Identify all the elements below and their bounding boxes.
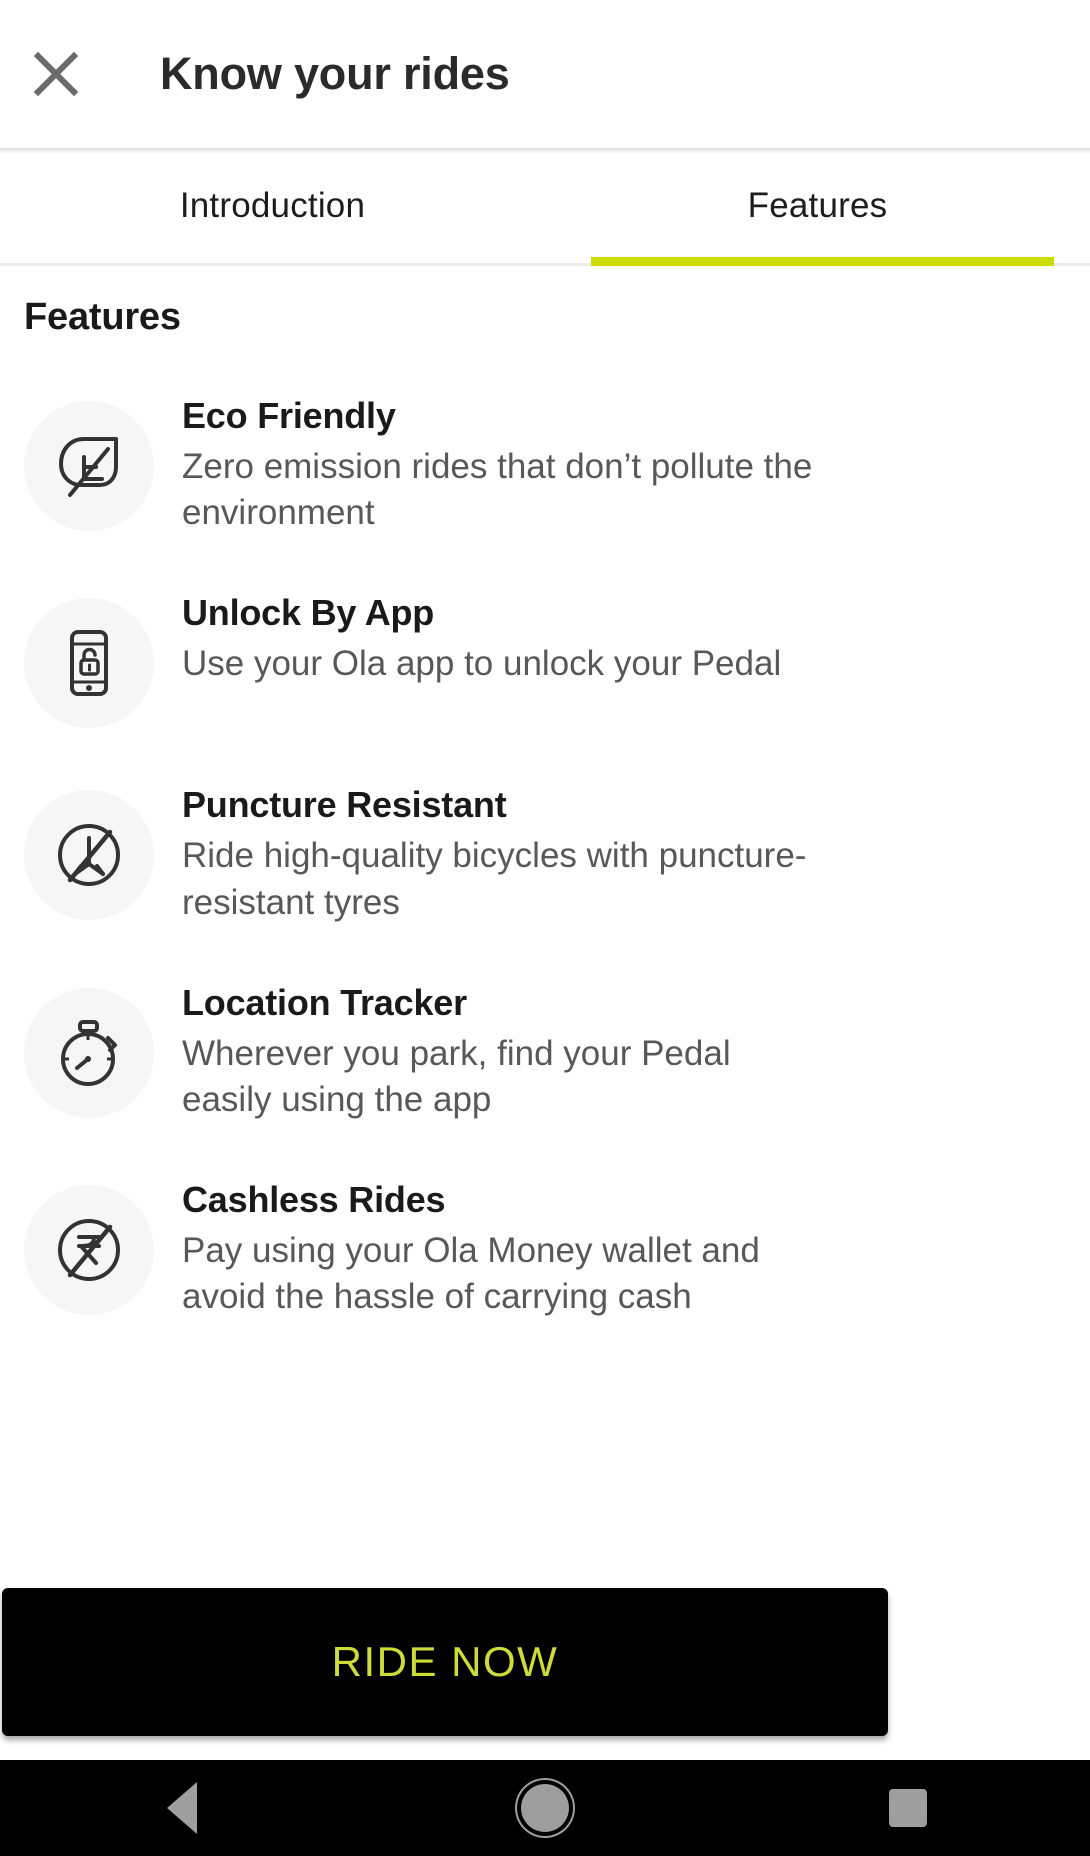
ride-now-label: RIDE NOW	[331, 1638, 559, 1685]
page-title: Know your rides	[160, 48, 510, 99]
feature-description: Zero emission rides that don’t pollute t…	[182, 447, 813, 533]
tab-introduction-label: Introduction	[179, 185, 366, 225]
feature-description: Ride high-quality bicycles with puncture…	[182, 836, 807, 922]
active-tab-indicator	[591, 257, 1054, 266]
app-screen: Know your rides Introduction Features Fe…	[0, 0, 1090, 1856]
feature-title: Unlock By App	[182, 592, 435, 634]
tab-features[interactable]: Features	[545, 148, 1090, 266]
stopwatch-icon	[24, 987, 154, 1118]
list-item[interactable]: Eco Friendly Zero emission rides that do…	[0, 387, 1090, 536]
leaf-icon	[24, 401, 154, 531]
no-rupee-icon	[24, 1185, 154, 1316]
android-nav-bar	[0, 1760, 1090, 1856]
feature-description: Use your Ola app to unlock your Pedal	[182, 644, 782, 684]
tab-introduction[interactable]: Introduction	[0, 148, 545, 263]
list-item-text: Cashless Rides Pay using your Ola Money …	[182, 1171, 1066, 1320]
feature-title: Location Tracker	[182, 981, 467, 1023]
feature-description: Pay using your Ola Money wallet and avoi…	[182, 1231, 760, 1317]
cta-container: RIDE NOW	[0, 1570, 1090, 1760]
feature-title: Puncture Resistant	[182, 784, 507, 826]
feature-description: Wherever you park, find your Pedal easil…	[182, 1033, 731, 1119]
feature-title: Cashless Rides	[182, 1179, 446, 1221]
list-item[interactable]: Unlock By App Use your Ola app to unlock…	[0, 584, 1090, 729]
list-item-text: Location Tracker Wherever you park, find…	[182, 974, 1066, 1123]
feature-title: Eco Friendly	[182, 395, 396, 436]
tab-features-label: Features	[747, 185, 888, 225]
list-item-text: Unlock By App Use your Ola app to unlock…	[182, 584, 1066, 687]
no-thorn-icon	[24, 790, 154, 921]
list-item[interactable]: Location Tracker Wherever you park, find…	[0, 974, 1090, 1123]
phone-unlock-icon	[24, 598, 154, 729]
list-item[interactable]: Cashless Rides Pay using your Ola Money …	[0, 1171, 1090, 1320]
nav-home-button[interactable]	[470, 1760, 620, 1856]
back-triangle-icon	[166, 1782, 197, 1834]
tab-bar: Introduction Features	[0, 148, 1090, 266]
close-icon[interactable]	[24, 42, 88, 106]
app-bar: Know your rides	[0, 0, 1090, 154]
list-item[interactable]: Puncture Resistant Ride high-quality bic…	[0, 776, 1090, 925]
home-circle-icon	[520, 1784, 569, 1832]
section-title: Features	[24, 296, 181, 338]
list-item-text: Puncture Resistant Ride high-quality bic…	[182, 776, 1066, 925]
list-item-text: Eco Friendly Zero emission rides that do…	[182, 387, 1066, 536]
ride-now-button[interactable]: RIDE NOW	[2, 1588, 888, 1736]
nav-back-button[interactable]	[107, 1760, 257, 1856]
recents-square-icon	[889, 1789, 928, 1827]
feature-list: Eco Friendly Zero emission rides that do…	[0, 339, 1090, 1321]
nav-recents-button[interactable]	[833, 1760, 983, 1856]
